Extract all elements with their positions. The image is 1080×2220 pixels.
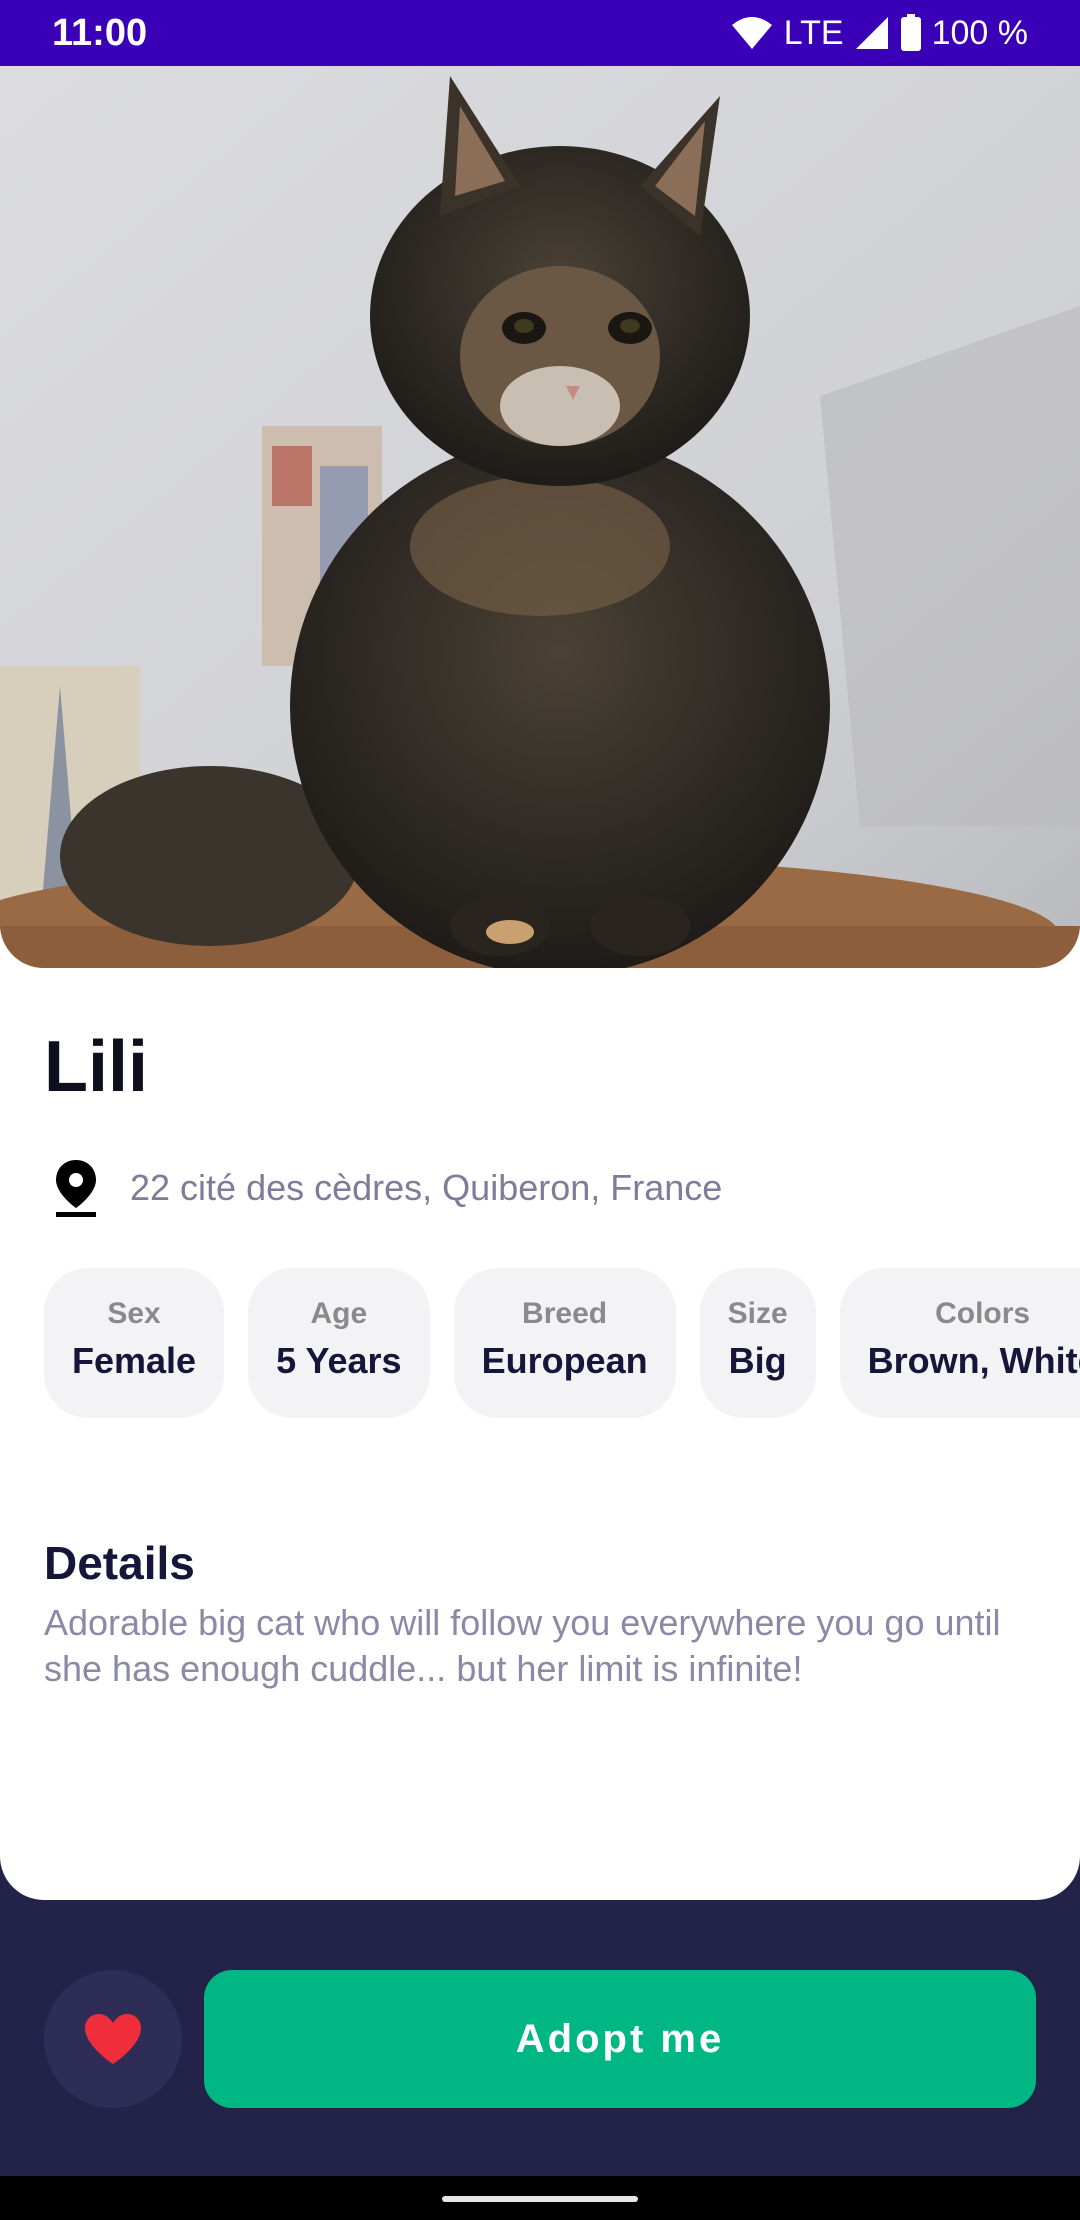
pet-card: Lili 22 cité des cèdres, Quiberon, Franc… — [0, 66, 1080, 1900]
chip-value: Brown, White — [867, 1340, 1080, 1381]
signal-icon — [854, 15, 890, 51]
attribute-chips: Sex Female Age 5 Years Breed European Si… — [44, 1268, 1080, 1418]
adopt-button[interactable]: Adopt me — [204, 1970, 1036, 2108]
pet-name: Lili — [44, 1027, 148, 1107]
heart-icon — [85, 2014, 141, 2064]
wifi-icon — [730, 15, 774, 51]
chip-label: Size — [727, 1297, 788, 1330]
chip-label: Age — [310, 1297, 368, 1330]
details-text: Adorable big cat who will follow you eve… — [44, 1602, 1001, 1689]
chip-size: Size Big — [699, 1268, 816, 1418]
chip-label: Breed — [522, 1297, 608, 1330]
chip-age: Age 5 Years — [248, 1268, 430, 1418]
chip-colors: Colors Brown, White — [839, 1268, 1080, 1418]
chip-label: Sex — [107, 1297, 161, 1330]
chip-breed: Breed European — [453, 1268, 676, 1418]
location-text: 22 cité des cèdres, Quiberon, France — [130, 1167, 723, 1208]
favorite-button[interactable] — [44, 1970, 182, 2108]
battery-icon — [900, 14, 922, 52]
location-row: 22 cité des cèdres, Quiberon, France — [44, 1156, 722, 1220]
system-nav-bar — [0, 2176, 1080, 2220]
chip-value: 5 Years — [276, 1340, 402, 1381]
chip-sex: Sex Female — [44, 1268, 225, 1418]
details-title: Details — [44, 1537, 195, 1589]
home-gesture-handle[interactable] — [442, 2196, 638, 2202]
chip-label: Colors — [935, 1297, 1031, 1330]
location-pin-icon — [56, 1160, 96, 1217]
pet-photo — [0, 66, 1080, 968]
status-icons: LTE 100 % — [730, 14, 1028, 53]
status-bar: 11:00 LTE 100 % — [0, 0, 1080, 66]
pet-detail-screen: 11:00 LTE 100 % Lili 22 cité des cèdres,… — [0, 0, 1080, 2220]
network-type: LTE — [783, 13, 844, 52]
status-time: 11:00 — [52, 11, 148, 54]
chip-value: Female — [72, 1340, 197, 1381]
battery-level: 100 % — [931, 13, 1028, 52]
chip-value: Big — [728, 1340, 787, 1381]
chip-value: European — [481, 1340, 648, 1381]
